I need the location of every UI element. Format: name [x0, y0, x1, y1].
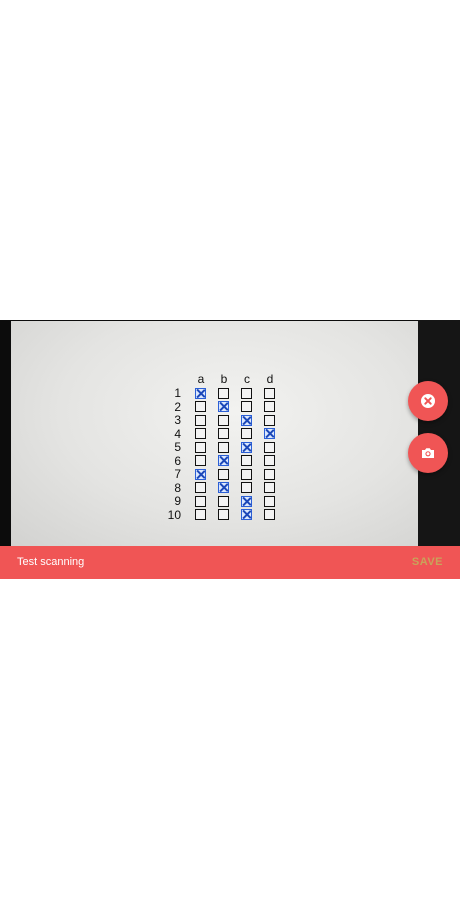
answer-box-2a [195, 401, 206, 412]
answer-box-1a-marked [195, 387, 206, 399]
answer-box-10a [195, 509, 206, 520]
answer-box-10d [264, 509, 275, 520]
column-header-c: c [244, 372, 250, 386]
column-header-b: b [220, 372, 228, 386]
camera-icon [422, 448, 434, 458]
cancel-scan-button[interactable] [408, 381, 448, 421]
answer-box-6c [241, 455, 252, 466]
answer-box-5b [218, 441, 229, 453]
answer-box-3b [218, 414, 229, 426]
answer-box-8a [195, 482, 206, 493]
answer-box-4c [241, 428, 252, 439]
answer-box-9d [264, 495, 275, 507]
answer-box-2c [241, 401, 252, 412]
column-header-a: a [197, 372, 205, 386]
answer-box-5a [195, 441, 206, 453]
row-number-5: 5 [174, 440, 181, 454]
row-number-1: 1 [174, 386, 181, 400]
answer-box-10b [218, 509, 229, 520]
row-number-3: 3 [174, 413, 181, 427]
answer-box-3a [195, 414, 206, 426]
answer-box-2d [264, 401, 275, 412]
answer-box-1b [218, 387, 229, 399]
toolbar-title: Test scanning [17, 556, 85, 568]
answer-box-2b-marked [218, 401, 229, 412]
answer-box-4b [218, 428, 229, 439]
answer-box-5c-marked [241, 441, 252, 453]
camera-preview: a b c d 1 2 3 4 5 6 7 8 9 10 [0, 320, 460, 548]
answer-box-7b [218, 468, 229, 480]
row-number-2: 2 [174, 399, 181, 414]
answer-box-3c-marked [241, 414, 252, 426]
answer-box-7a-marked [195, 468, 206, 480]
row-number-7: 7 [174, 467, 181, 481]
answer-box-7c [241, 468, 252, 480]
answer-box-6a [195, 455, 206, 466]
row-number-10: 10 [167, 507, 181, 522]
answer-box-10c-marked [241, 509, 252, 520]
answer-box-1d [264, 387, 275, 399]
row-number-9: 9 [174, 494, 181, 508]
answer-sheet-paper: a b c d 1 2 3 4 5 6 7 8 9 10 [11, 321, 418, 547]
answer-box-4a [195, 428, 206, 439]
answer-box-1c [241, 387, 252, 399]
answer-box-4d-marked [264, 428, 275, 439]
answer-box-9a [195, 495, 206, 507]
answer-box-7d [264, 468, 275, 480]
answer-box-6d [264, 455, 275, 466]
answer-box-3d [264, 414, 275, 426]
answer-box-6b-marked [218, 455, 229, 466]
answer-box-8c [241, 482, 252, 493]
close-circle-icon [421, 394, 435, 408]
row-number-8: 8 [174, 480, 181, 495]
answer-box-5d [264, 441, 275, 453]
answer-box-8d [264, 482, 275, 493]
row-number-6: 6 [174, 453, 181, 468]
answer-box-8b-marked [218, 482, 229, 493]
capture-button[interactable] [408, 433, 448, 473]
answer-box-9b [218, 495, 229, 507]
save-button[interactable]: SAVE [412, 556, 443, 568]
row-number-4: 4 [174, 426, 181, 441]
answer-box-9c-marked [241, 495, 252, 507]
column-header-d: d [266, 372, 274, 386]
bottom-toolbar: Test scanning SAVE [0, 546, 460, 579]
